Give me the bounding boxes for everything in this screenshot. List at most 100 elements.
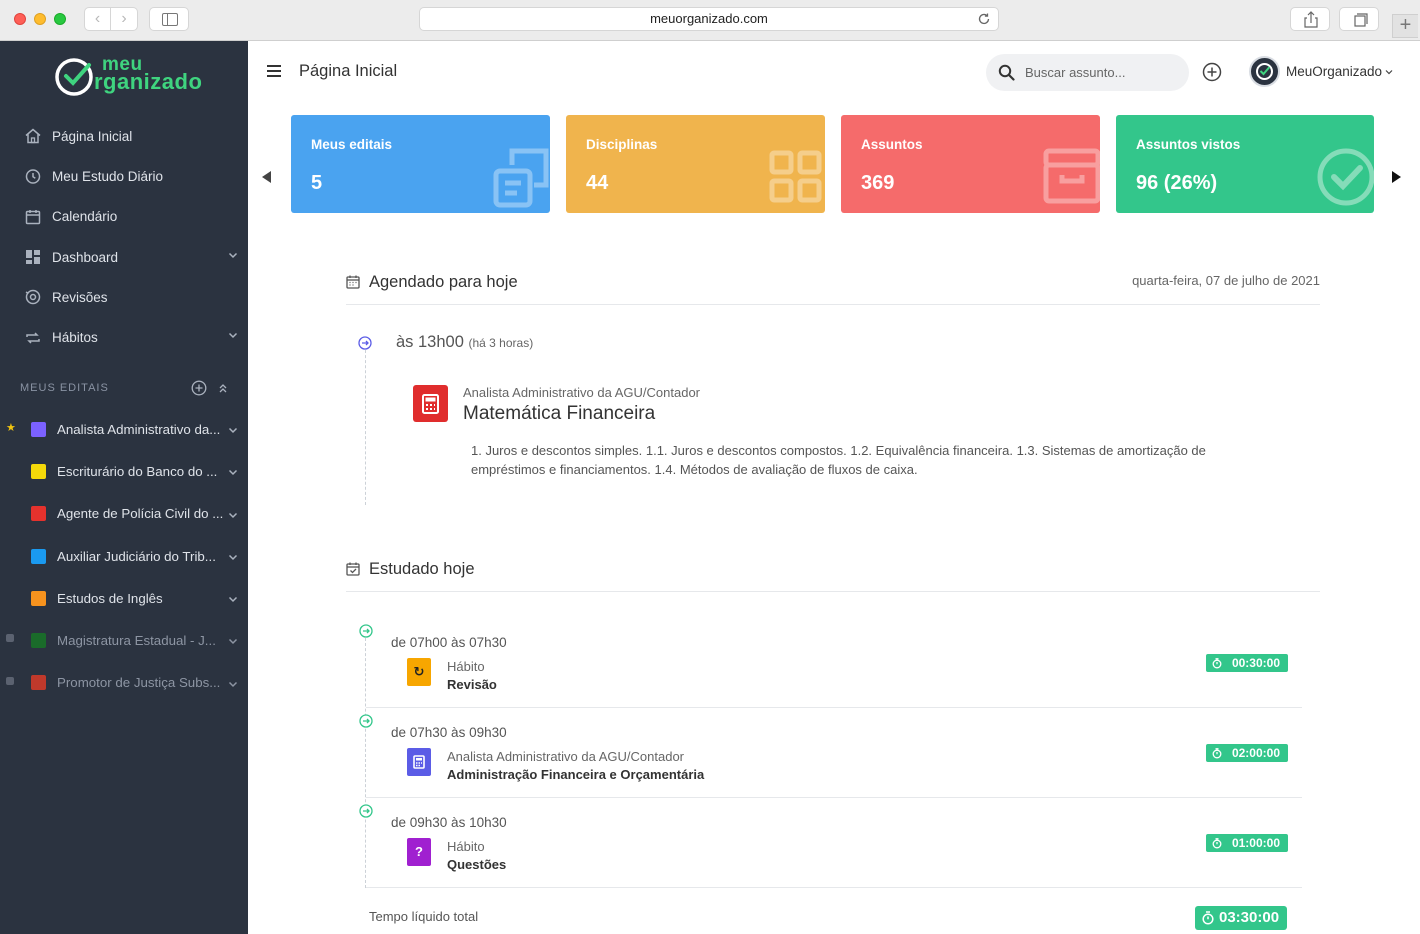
card-assuntos-vistos[interactable]: Assuntos vistos 96 (26%) bbox=[1116, 115, 1374, 213]
edital-item[interactable]: Promotor de Justiça Subs... bbox=[0, 662, 248, 704]
edital-item[interactable]: Magistratura Estadual - J... bbox=[0, 619, 248, 661]
agenda-discipline[interactable]: Matemática Financeira bbox=[463, 403, 655, 425]
share-button[interactable] bbox=[1290, 7, 1330, 31]
browser-sidebar-button[interactable] bbox=[149, 7, 189, 31]
carousel-prev-button[interactable] bbox=[262, 171, 271, 183]
stopwatch-icon bbox=[1212, 837, 1222, 848]
chevron-down-icon[interactable] bbox=[228, 594, 238, 604]
avatar-logo-icon bbox=[1256, 63, 1273, 80]
menu-item-calendario[interactable]: Calendário bbox=[0, 197, 248, 237]
star-icon: ★ bbox=[6, 422, 16, 434]
edital-label: Promotor de Justiça Subs... bbox=[57, 675, 221, 691]
card-title: Meus editais bbox=[311, 137, 393, 152]
study-entry[interactable]: de 07h30 às 09h30 Analista Administrativ… bbox=[359, 708, 1302, 798]
archive-icon bbox=[1043, 148, 1100, 204]
address-bar[interactable]: meuorganizado.com bbox=[419, 7, 999, 31]
chevron-down-icon[interactable] bbox=[228, 552, 238, 562]
reload-icon[interactable] bbox=[976, 11, 992, 27]
edital-label: Agente de Polícia Civil do ... bbox=[57, 506, 223, 522]
logo[interactable]: meu rganizado bbox=[54, 49, 204, 101]
study-name: Questões bbox=[447, 857, 507, 872]
menu-item-meu-estudo-diario[interactable]: Meu Estudo Diário bbox=[0, 156, 248, 196]
study-time: de 07h00 às 07h30 bbox=[391, 635, 507, 650]
card-title: Disciplinas bbox=[586, 137, 658, 152]
section-date: quarta-feira, 07 de julho de 2021 bbox=[1132, 273, 1320, 288]
share-icon bbox=[1304, 11, 1318, 28]
chevron-down-icon[interactable] bbox=[1385, 68, 1393, 76]
chevron-down-icon[interactable] bbox=[228, 250, 238, 260]
study-icon-glyph: ? bbox=[415, 844, 423, 859]
duration-value: 00:30:00 bbox=[1231, 656, 1280, 670]
edital-color-swatch bbox=[31, 463, 46, 479]
edital-item[interactable]: Estudos de Inglês bbox=[0, 577, 248, 619]
edital-color-swatch bbox=[31, 633, 46, 649]
menu-item-label: Hábitos bbox=[52, 330, 98, 346]
url-text: meuorganizado.com bbox=[650, 11, 768, 26]
duration-badge: 01:00:00 bbox=[1205, 834, 1288, 852]
menu-item-revisoes[interactable]: Revisões bbox=[0, 277, 248, 317]
total-label: Tempo líquido total bbox=[369, 909, 479, 924]
new-tab-button[interactable]: + bbox=[1392, 14, 1418, 38]
minimize-window-button[interactable] bbox=[34, 13, 46, 25]
edital-item[interactable]: Auxiliar Judiciário do Trib... bbox=[0, 535, 248, 577]
edital-item[interactable]: Agente de Polícia Civil do ... bbox=[0, 493, 248, 535]
add-edital-icon[interactable] bbox=[191, 380, 207, 396]
edital-color-swatch bbox=[31, 421, 46, 437]
edital-item[interactable]: Escriturário do Banco do ... bbox=[0, 450, 248, 492]
menu-item-label: Página Inicial bbox=[52, 128, 133, 144]
user-name[interactable]: MeuOrganizado bbox=[1286, 64, 1382, 79]
refresh-icon: ↻ bbox=[407, 658, 431, 686]
edital-item[interactable]: ★ Analista Administrativo da... bbox=[0, 408, 248, 450]
card-title: Assuntos bbox=[861, 137, 923, 152]
hamburger-menu-icon[interactable] bbox=[266, 64, 282, 78]
stopwatch-icon bbox=[1212, 657, 1222, 668]
menu-item-pagina-inicial[interactable]: Página Inicial bbox=[0, 116, 248, 156]
show-tabs-button[interactable] bbox=[1339, 7, 1379, 31]
chevron-down-icon[interactable] bbox=[228, 679, 238, 689]
zoom-window-button[interactable] bbox=[54, 13, 66, 25]
clock-icon bbox=[25, 169, 41, 185]
agenda-subtitle: Analista Administrativo da AGU/Contador bbox=[463, 385, 701, 400]
agenda-description: 1. Juros e descontos simples. 1.1. Juros… bbox=[471, 443, 1206, 477]
menu-item-habitos[interactable]: Hábitos bbox=[0, 317, 248, 357]
card-disciplinas[interactable]: Disciplinas 44 bbox=[566, 115, 825, 213]
study-entry[interactable]: de 07h00 às 07h30 ↻ Hábito Revisão 00:30… bbox=[359, 618, 1302, 708]
edital-label: Analista Administrativo da... bbox=[57, 421, 221, 437]
repeat-icon bbox=[26, 332, 40, 344]
forward-button[interactable]: › bbox=[111, 7, 138, 31]
chevron-down-icon[interactable] bbox=[228, 636, 238, 646]
chevron-double-up-icon[interactable] bbox=[217, 382, 229, 394]
study-name: Administração Financeira e Orçamentária bbox=[447, 767, 705, 782]
back-button[interactable]: ‹ bbox=[84, 7, 111, 31]
sidebar: meu rganizado Página Inicial Meu Estudo … bbox=[0, 41, 248, 934]
home-icon bbox=[25, 128, 41, 144]
card-meus-editais[interactable]: Meus editais 5 bbox=[291, 115, 550, 213]
stopwatch-icon bbox=[1212, 747, 1222, 758]
calculator-icon bbox=[407, 748, 431, 776]
edital-color-swatch bbox=[31, 506, 46, 522]
edital-label: Magistratura Estadual - J... bbox=[57, 633, 216, 649]
logo-text-bottom: rganizado bbox=[94, 69, 203, 94]
study-entry[interactable]: de 09h30 às 10h30 ? Hábito Questões 01:0… bbox=[359, 798, 1302, 888]
logo-mark-icon bbox=[55, 58, 93, 96]
section-title-meus-editais: MEUS EDITAIS bbox=[20, 382, 109, 394]
duration-badge: 02:00:00 bbox=[1205, 744, 1288, 762]
menu-item-dashboard[interactable]: Dashboard bbox=[0, 237, 248, 277]
chevron-down-icon[interactable] bbox=[228, 510, 238, 520]
chevron-down-icon[interactable] bbox=[228, 425, 238, 435]
page-title: Página Inicial bbox=[299, 62, 398, 80]
section-agendado-header: Agendado para hoje quarta-feira, 07 de j… bbox=[346, 273, 1320, 305]
study-name: Revisão bbox=[447, 677, 497, 692]
carousel-next-button[interactable] bbox=[1392, 171, 1401, 183]
add-circle-icon[interactable] bbox=[1202, 62, 1222, 82]
chevron-down-icon[interactable] bbox=[228, 330, 238, 340]
chevron-down-icon[interactable] bbox=[228, 467, 238, 477]
calendar-icon bbox=[346, 275, 360, 289]
card-assuntos[interactable]: Assuntos 369 bbox=[841, 115, 1100, 213]
study-time: de 09h30 às 10h30 bbox=[391, 815, 507, 830]
avatar[interactable] bbox=[1249, 56, 1280, 87]
close-window-button[interactable] bbox=[14, 13, 26, 25]
total-duration-badge: 03:30:00 bbox=[1195, 906, 1288, 930]
search-input[interactable] bbox=[1025, 62, 1175, 82]
archived-icon bbox=[6, 634, 14, 643]
